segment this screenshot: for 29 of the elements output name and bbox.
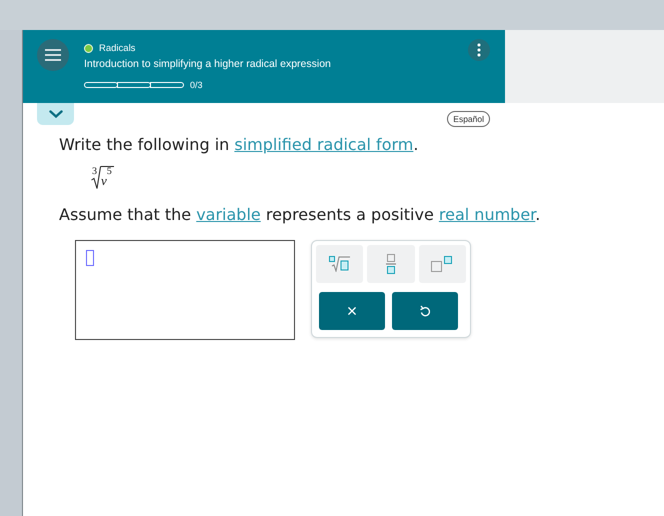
status-dot (84, 44, 93, 53)
topic-label: Radicals (99, 43, 136, 54)
more-icon (477, 43, 481, 57)
glossary-link[interactable]: real number (438, 205, 536, 224)
power-icon (431, 256, 454, 272)
answer-field[interactable] (75, 240, 295, 340)
variable-text: v (101, 174, 107, 187)
chevron-down-icon (48, 110, 62, 118)
question-text: Write the following in simplified radical form. (59, 135, 418, 154)
menu-button[interactable] (37, 39, 69, 71)
glossary-link[interactable]: variable (196, 205, 261, 224)
menu-icon (45, 49, 61, 61)
lesson-title: Introduction to simplifying a higher radical expression (84, 58, 332, 70)
template-key[interactable] (418, 245, 466, 283)
clear-button[interactable]: × (319, 292, 385, 330)
root-index: 3 (92, 167, 97, 177)
progress-count: 0/3 (190, 80, 203, 90)
fraction-icon (386, 254, 396, 274)
question-text: Assume that the variable represents a positive real number. (59, 205, 540, 224)
exponent-text: 5 (106, 167, 112, 177)
cursor-icon (86, 250, 94, 266)
undo-icon (420, 305, 430, 317)
nth-root-icon (328, 256, 351, 272)
template-key[interactable] (316, 245, 364, 283)
language-button[interactable]: Español (447, 111, 490, 127)
template-key[interactable] (367, 245, 415, 283)
glossary-link[interactable]: simplified radical form (234, 135, 414, 154)
collapse-tab[interactable] (37, 103, 74, 125)
more-button[interactable] (468, 39, 490, 61)
